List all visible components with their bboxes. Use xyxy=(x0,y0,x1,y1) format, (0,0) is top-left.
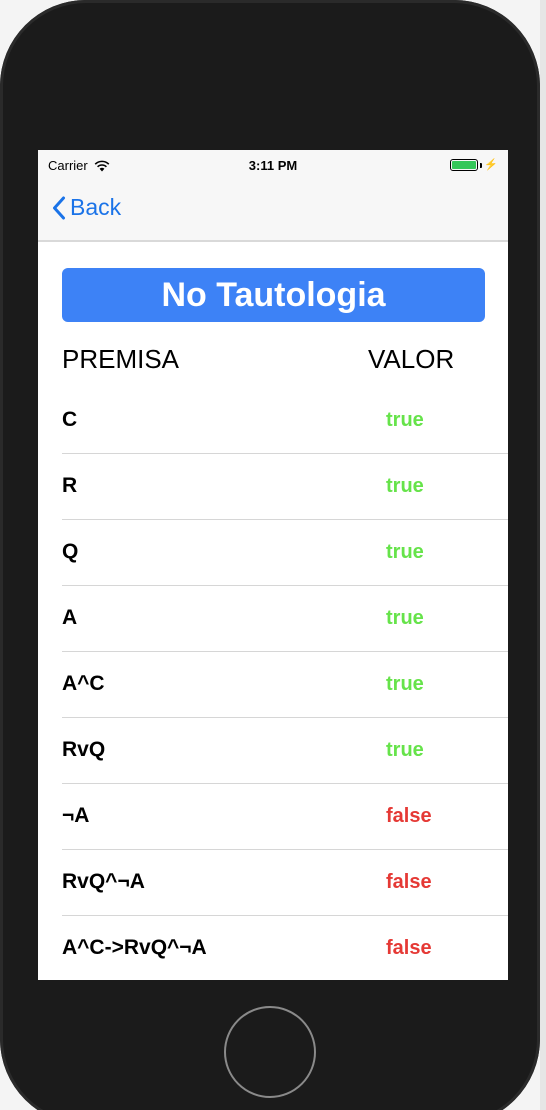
premise-label: A xyxy=(62,606,78,629)
premise-value: true xyxy=(386,607,424,629)
battery-level-fill xyxy=(452,161,477,169)
result-banner: No Tautologia xyxy=(62,268,485,322)
battery-indicator: ⚡ xyxy=(450,159,498,171)
phone-frame: Carrier 3:11 PM ⚡ Back No Tautologia PRE… xyxy=(0,0,540,1110)
table-header: PREMISA VALOR xyxy=(62,340,462,380)
simulator-window: Carrier 3:11 PM ⚡ Back No Tautologia PRE… xyxy=(0,0,546,1110)
premise-value: false xyxy=(386,805,432,827)
chevron-left-icon xyxy=(53,196,65,219)
back-button[interactable]: Back xyxy=(52,194,121,221)
premise-label: Q xyxy=(62,540,79,563)
table-row[interactable]: Rtrue xyxy=(38,454,508,520)
premise-value: false xyxy=(386,937,432,959)
premise-label: R xyxy=(62,474,78,497)
back-label: Back xyxy=(70,194,122,220)
table-row[interactable]: RvQ^¬A false xyxy=(38,850,508,916)
premise-label: ¬A xyxy=(62,804,90,827)
table-row[interactable]: Atrue xyxy=(38,586,508,652)
premise-label: A^C xyxy=(62,672,105,695)
premise-value: false xyxy=(386,871,432,893)
battery-icon xyxy=(450,159,479,171)
premise-label: C xyxy=(62,408,78,431)
status-time: 3:11 PM xyxy=(248,158,298,173)
battery-tip xyxy=(480,162,483,168)
premise-label: A^C->RvQ^¬A xyxy=(62,936,207,959)
status-bar: Carrier 3:11 PM ⚡ xyxy=(38,150,508,180)
header-premise: PREMISA xyxy=(62,344,180,374)
premise-value: true xyxy=(386,739,424,761)
device-screen: Carrier 3:11 PM ⚡ Back No Tautologia PRE… xyxy=(38,150,508,980)
premise-value: true xyxy=(386,475,424,497)
premise-value: true xyxy=(386,673,424,695)
header-value: VALOR xyxy=(368,344,455,374)
bolt-icon: ⚡ xyxy=(484,159,498,171)
table-row[interactable]: ¬A false xyxy=(38,784,508,850)
premise-list: Ctrue Rtrue Qtrue Atrue A^C true RvQ true ¬A fals… xyxy=(38,388,508,980)
table-row[interactable]: RvQ true xyxy=(38,718,508,784)
navigation-bar: Back xyxy=(38,180,508,242)
premise-label: RvQ^¬A xyxy=(62,870,145,893)
table-row[interactable]: A^C->RvQ^¬A false xyxy=(38,916,508,980)
home-button[interactable] xyxy=(224,1006,316,1098)
premise-value: true xyxy=(386,409,424,431)
premise-value: true xyxy=(386,541,424,563)
window-edge xyxy=(540,0,546,1110)
table-row[interactable]: Qtrue xyxy=(38,520,508,586)
table-row[interactable]: Ctrue xyxy=(38,388,508,454)
table-row[interactable]: A^C true xyxy=(38,652,508,718)
premise-label: RvQ xyxy=(62,738,106,761)
